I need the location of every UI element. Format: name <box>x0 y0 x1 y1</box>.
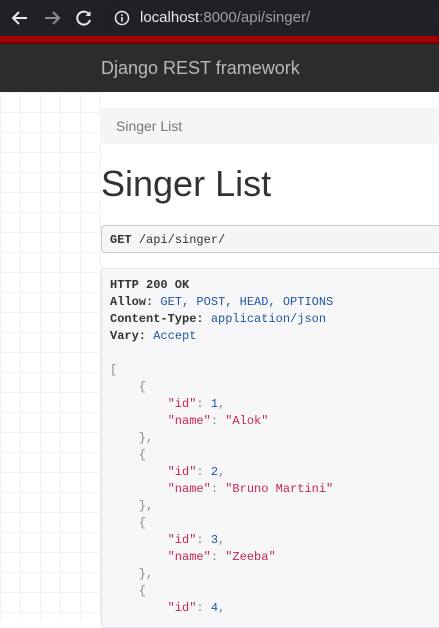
json-close-brace: }, <box>110 499 154 513</box>
json-id-value: 2 <box>210 465 219 479</box>
breadcrumb: Singer List <box>101 108 439 144</box>
json-key: "id" <box>167 601 197 615</box>
forward-button[interactable] <box>42 8 62 28</box>
response-info: HTTP 200 OK Allow: GET, POST, HEAD, OPTI… <box>101 268 439 628</box>
json-key: "name" <box>167 482 211 496</box>
header-value: application/json <box>210 312 327 326</box>
breadcrumb-item-singer-list[interactable]: Singer List <box>116 118 182 134</box>
json-id-value: 1 <box>210 397 219 411</box>
json-name-value: "Alok" <box>225 414 269 428</box>
reload-button[interactable] <box>74 8 94 28</box>
request-path: /api/singer/ <box>138 233 226 247</box>
back-arrow-icon <box>11 11 27 25</box>
json-key: "name" <box>167 550 211 564</box>
back-button[interactable] <box>10 8 30 28</box>
json-key: "id" <box>167 533 197 547</box>
header-key: Allow: <box>110 295 154 309</box>
json-open-bracket: [ <box>110 363 118 377</box>
url-path: :8000/api/singer/ <box>199 9 311 26</box>
json-open-brace: { <box>110 380 147 394</box>
response-status: HTTP 200 OK <box>110 278 190 292</box>
json-name-value: "Bruno Martini" <box>225 482 334 496</box>
json-key: "id" <box>167 397 197 411</box>
header-key: Content-Type: <box>110 312 204 326</box>
content-area: Singer List Singer List GET /api/singer/… <box>101 92 439 628</box>
url-text[interactable]: localhost:8000/api/singer/ <box>140 9 310 27</box>
request-info: GET /api/singer/ <box>101 225 439 253</box>
navbar: Django REST framework <box>0 44 439 92</box>
json-id-value: 3 <box>210 533 219 547</box>
json-name-value: "Zeeba" <box>225 550 276 564</box>
reload-icon <box>76 10 91 26</box>
header-value: Accept <box>153 329 197 343</box>
json-key: "id" <box>167 465 197 479</box>
json-key: "name" <box>167 414 211 428</box>
header-key: Vary: <box>110 329 147 343</box>
json-close-brace: }, <box>110 567 154 581</box>
page-title: Singer List <box>101 163 272 204</box>
header-value: GET, POST, HEAD, OPTIONS <box>160 295 334 309</box>
browser-toolbar: localhost:8000/api/singer/ <box>0 0 439 36</box>
brand-link[interactable]: Django REST framework <box>101 58 300 79</box>
page-background: Singer List Singer List GET /api/singer/… <box>0 92 439 628</box>
forward-arrow-icon <box>45 11 61 25</box>
json-open-brace: { <box>110 448 147 462</box>
json-open-brace: { <box>110 584 147 598</box>
json-open-brace: { <box>110 516 147 530</box>
request-method: GET <box>110 233 132 247</box>
json-close-brace: }, <box>110 431 154 445</box>
info-icon[interactable] <box>114 10 130 26</box>
address-bar[interactable]: localhost:8000/api/singer/ <box>104 4 439 32</box>
url-host: localhost <box>140 9 200 26</box>
json-id-value: 4 <box>210 601 219 615</box>
